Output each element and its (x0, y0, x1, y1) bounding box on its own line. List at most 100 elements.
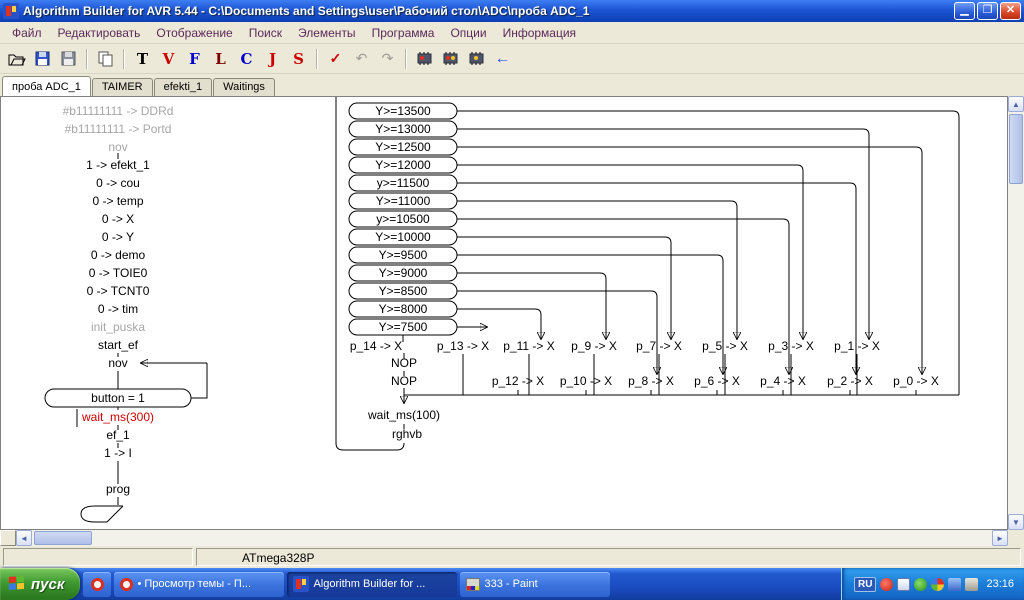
condition-y8500[interactable]: Y>=8500 (379, 284, 428, 298)
vertical-scroll-thumb[interactable] (1009, 114, 1023, 184)
op-p3[interactable]: p_3 -> X (768, 339, 814, 353)
label-nov-ghost[interactable]: nov (108, 140, 127, 154)
vertical-scroll-track[interactable] (1008, 186, 1024, 514)
task-paint[interactable]: 333 - Paint (460, 572, 610, 597)
tab-taimer[interactable]: TAIMER (92, 78, 153, 96)
horizontal-scroll-thumb[interactable] (34, 531, 92, 545)
menu-program[interactable]: Программа (364, 23, 443, 43)
op-p13[interactable]: p_13 -> X (437, 339, 489, 353)
insert-jump-button[interactable]: J (260, 47, 285, 71)
compile-button[interactable] (412, 47, 437, 71)
tray-network-icon[interactable] (914, 578, 927, 591)
op-p2[interactable]: p_2 -> X (827, 374, 873, 388)
tray-messenger-icon[interactable] (897, 578, 910, 591)
label-nov[interactable]: nov (108, 356, 127, 370)
op-wait100[interactable]: wait_ms(100) (367, 408, 440, 422)
insert-setter-button[interactable]: S (286, 47, 311, 71)
scroll-down-button[interactable]: ▼ (1008, 514, 1024, 530)
op-p1[interactable]: p_1 -> X (834, 339, 880, 353)
tray-alert-icon[interactable] (880, 578, 893, 591)
step-back-button[interactable]: ← (490, 47, 515, 71)
op-p0[interactable]: p_0 -> X (893, 374, 939, 388)
tray-update-icon[interactable] (931, 578, 944, 591)
op-p11[interactable]: p_11 -> X (503, 339, 554, 353)
op-cou[interactable]: 0 -> cou (96, 176, 140, 190)
splitter-grip[interactable] (0, 530, 16, 546)
op-portd[interactable]: #b11111111 -> Portd (65, 122, 172, 136)
op-temp[interactable]: 0 -> temp (92, 194, 143, 208)
condition-y12500[interactable]: Y>=12500 (375, 140, 431, 154)
op-p6[interactable]: p_6 -> X (694, 374, 740, 388)
condition-y10500[interactable]: y>=10500 (376, 212, 430, 226)
insert-field-button[interactable]: F (182, 47, 207, 71)
menu-edit[interactable]: Редактировать (50, 23, 149, 43)
op-p4[interactable]: p_4 -> X (760, 374, 806, 388)
menu-file[interactable]: Файл (4, 23, 50, 43)
op-efekt1[interactable]: 1 -> efekt_1 (86, 158, 150, 172)
insert-label-button[interactable]: L (208, 47, 233, 71)
start-button[interactable]: пуск (0, 568, 80, 600)
menu-info[interactable]: Информация (495, 23, 584, 43)
op-x[interactable]: 0 -> X (102, 212, 134, 226)
menu-elements[interactable]: Элементы (290, 23, 364, 43)
op-p14[interactable]: p_14 -> X (350, 339, 402, 353)
scroll-right-button[interactable]: ► (992, 530, 1008, 546)
menu-search[interactable]: Поиск (241, 23, 290, 43)
minimize-button[interactable]: ▁ (954, 2, 975, 20)
tab-efekti1[interactable]: efekti_1 (154, 78, 213, 96)
close-button[interactable]: ✕ (1000, 2, 1021, 20)
condition-y8000[interactable]: Y>=8000 (379, 302, 428, 316)
op-p5[interactable]: p_5 -> X (702, 339, 748, 353)
label-rghvb[interactable]: rghvb (392, 427, 422, 441)
task-algorithm-builder[interactable]: Algorithm Builder for ... (287, 572, 457, 597)
label-init-puska[interactable]: init_puska (91, 320, 145, 334)
op-tcnt0[interactable]: 0 -> TCNT0 (87, 284, 150, 298)
op-p12[interactable]: p_12 -> X (492, 374, 544, 388)
condition-y12000[interactable]: Y>=12000 (375, 158, 431, 172)
tray-clock[interactable]: 23:16 (986, 578, 1014, 590)
op-wait300-selected[interactable]: wait_ms(300) (81, 410, 154, 424)
horizontal-scroll-track[interactable] (94, 530, 992, 546)
open-button[interactable] (4, 47, 29, 71)
copy-button[interactable] (93, 47, 118, 71)
label-start-ef[interactable]: start_ef (98, 338, 139, 352)
op-p7[interactable]: p_7 -> X (636, 339, 682, 353)
label-prog[interactable]: prog (106, 482, 130, 496)
tray-volume-icon[interactable] (948, 578, 961, 591)
condition-button[interactable]: button = 1 (91, 391, 145, 405)
op-y[interactable]: 0 -> Y (102, 230, 134, 244)
read-chip-button[interactable] (464, 47, 489, 71)
language-indicator[interactable]: RU (854, 577, 876, 592)
menu-view[interactable]: Отображение (148, 23, 240, 43)
end-shape[interactable] (81, 506, 123, 522)
condition-y9500[interactable]: Y>=9500 (379, 248, 428, 262)
op-demo[interactable]: 0 -> demo (91, 248, 146, 262)
op-toie0[interactable]: 0 -> TOIE0 (89, 266, 148, 280)
condition-y7500[interactable]: Y>=7500 (379, 320, 428, 334)
insert-vertex-button[interactable]: V (156, 47, 181, 71)
condition-y11000[interactable]: Y>=11000 (376, 194, 431, 208)
save-all-button[interactable] (56, 47, 81, 71)
algorithm-canvas[interactable]: #b11111111 -> DDRd #b11111111 -> Portd n… (0, 96, 1008, 530)
save-button[interactable] (30, 47, 55, 71)
op-nop2[interactable]: NOP (391, 374, 417, 388)
scroll-up-button[interactable]: ▲ (1008, 96, 1024, 112)
op-nop1[interactable]: NOP (391, 356, 417, 370)
tab-waitings[interactable]: Waitings (213, 78, 275, 96)
maximize-button[interactable]: ❐ (977, 2, 998, 20)
program-chip-button[interactable] (438, 47, 463, 71)
op-ddrd[interactable]: #b11111111 -> DDRd (63, 104, 174, 118)
op-p10[interactable]: p_10 -> X (560, 374, 612, 388)
tab-proba-adc1[interactable]: проба ADC_1 (2, 76, 91, 96)
task-browser[interactable]: • Просмотр темы - П... (114, 572, 284, 597)
op-set-i[interactable]: 1 -> I (104, 446, 132, 460)
task-opera-mini[interactable] (83, 572, 111, 597)
redo-button[interactable]: ↷ (375, 47, 400, 71)
condition-y11500[interactable]: y>=11500 (377, 176, 430, 190)
insert-condition-button[interactable]: C (234, 47, 259, 71)
undo-button[interactable]: ↶ (349, 47, 374, 71)
insert-text-button[interactable]: T (130, 47, 155, 71)
label-ef1[interactable]: ef_1 (106, 428, 130, 442)
scroll-left-button[interactable]: ◄ (16, 530, 32, 546)
verify-button[interactable]: ✓ (323, 47, 348, 71)
